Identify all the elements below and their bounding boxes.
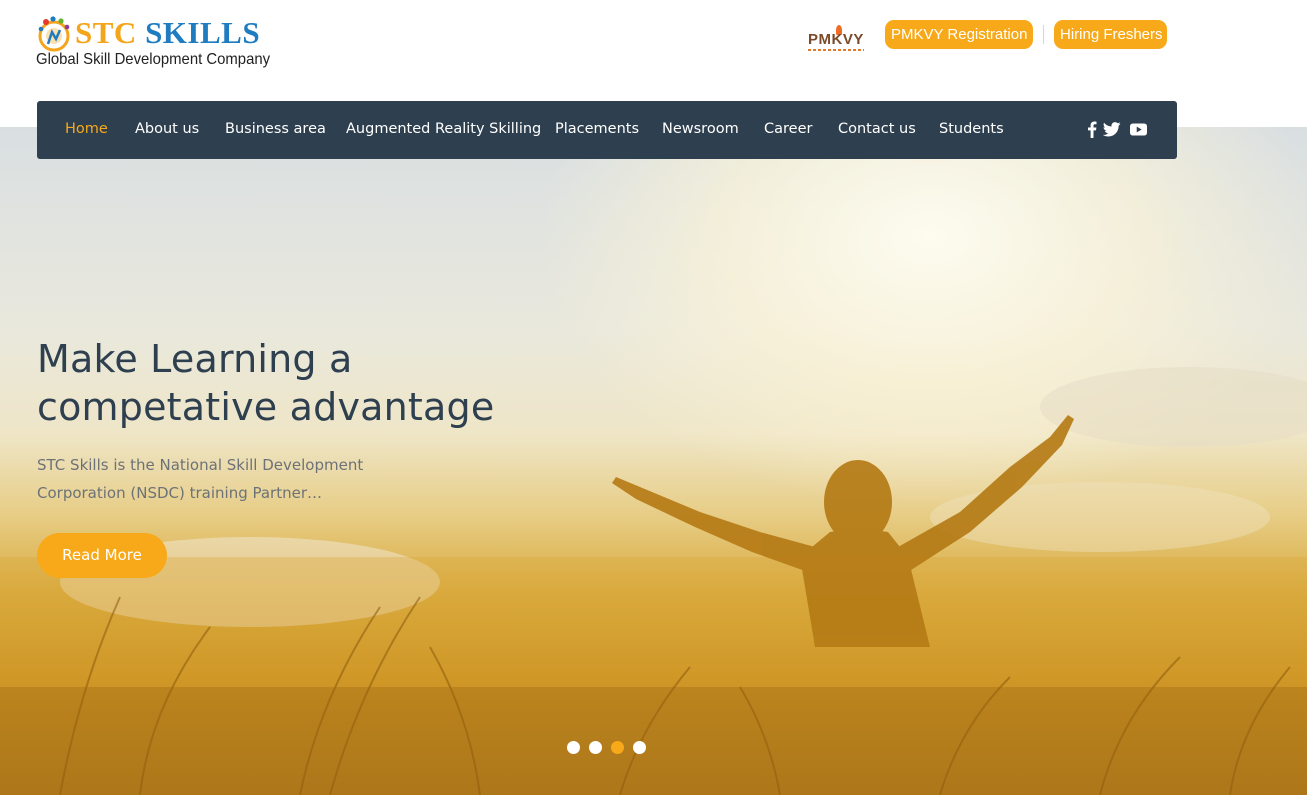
logo-mark-icon — [38, 16, 70, 52]
nav-item-augmented-reality-skilling[interactable]: Augmented Reality Skilling — [346, 101, 541, 159]
hero-description: STC Skills is the National Skill Develop… — [37, 451, 397, 507]
pmkvy-logo-subline — [808, 49, 864, 51]
header-button-divider — [1043, 25, 1044, 44]
hero-title-line-2: competative advantage — [37, 385, 495, 429]
nav-item-about-us[interactable]: About us — [135, 101, 199, 159]
hiring-freshers-button[interactable]: Hiring Freshers — [1054, 20, 1167, 49]
logo-wordmark: STC SKILLS — [75, 14, 260, 52]
site-logo[interactable]: STC SKILLS Global Skill Development Comp… — [36, 14, 276, 74]
hero-description-line-2: Corporation (NSDC) training Partner… — [37, 484, 323, 502]
nav-item-contact-us[interactable]: Contact us — [838, 101, 916, 159]
logo-word-skills: SKILLS — [145, 15, 261, 50]
slider-dots — [567, 741, 646, 755]
hero-description-line-1: STC Skills is the National Skill Develop… — [37, 456, 364, 474]
pmkvy-logo[interactable]: PMKVY — [806, 25, 866, 57]
read-more-button[interactable]: Read More — [37, 533, 167, 578]
hero-title: Make Learning a competative advantage — [37, 335, 557, 431]
nav-item-placements[interactable]: Placements — [555, 101, 639, 159]
logo-tagline: Global Skill Development Company — [36, 51, 271, 68]
twitter-icon[interactable] — [1103, 121, 1121, 138]
slider-dot-2[interactable] — [589, 741, 602, 754]
slider-dot-4[interactable] — [633, 741, 646, 754]
nav-item-business-area[interactable]: Business area — [225, 101, 326, 159]
nav-item-newsroom[interactable]: Newsroom — [662, 101, 739, 159]
slider-dot-3[interactable] — [611, 741, 624, 754]
youtube-icon[interactable] — [1130, 121, 1147, 138]
nav-item-career[interactable]: Career — [764, 101, 812, 159]
facebook-icon[interactable] — [1087, 121, 1097, 138]
nav-item-students[interactable]: Students — [939, 101, 1004, 159]
main-nav: Home About us Business area Augmented Re… — [37, 101, 1177, 159]
nav-item-home[interactable]: Home — [65, 101, 108, 159]
pmkvy-logo-text: PMKVY — [808, 31, 864, 48]
hero-title-line-1: Make Learning a — [37, 337, 353, 381]
pmkvy-registration-button[interactable]: PMKVY Registration — [885, 20, 1033, 49]
logo-word-stc: STC — [75, 15, 137, 50]
hero-slider: Make Learning a competative advantage ST… — [0, 127, 1307, 795]
slider-dot-1[interactable] — [567, 741, 580, 754]
